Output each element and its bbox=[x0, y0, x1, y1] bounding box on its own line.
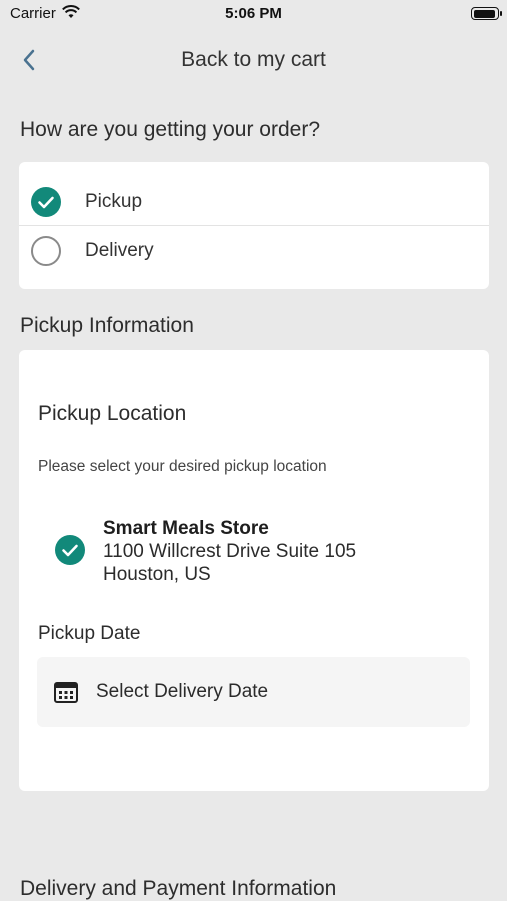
radio-unchecked-icon[interactable] bbox=[31, 236, 61, 266]
pickup-date-picker[interactable]: Select Delivery Date bbox=[37, 657, 470, 727]
option-pickup[interactable]: Pickup bbox=[19, 177, 489, 225]
radio-checked-icon[interactable] bbox=[31, 187, 61, 217]
option-label: Delivery bbox=[85, 240, 154, 261]
delivery-payment-heading: Delivery and Payment Information bbox=[20, 877, 337, 900]
order-method-card: Pickup Delivery bbox=[19, 162, 489, 289]
order-method-heading: How are you getting your order? bbox=[20, 118, 320, 141]
date-placeholder: Select Delivery Date bbox=[96, 681, 269, 702]
back-to-cart-link[interactable]: Back to my cart bbox=[0, 48, 507, 72]
pickup-info-card: Pickup Location Please select your desir… bbox=[19, 350, 489, 791]
pickup-date-label: Pickup Date bbox=[38, 623, 141, 644]
store-address-line2: Houston, US bbox=[103, 564, 211, 585]
option-delivery[interactable]: Delivery bbox=[19, 226, 489, 274]
pickup-location-title: Pickup Location bbox=[38, 402, 187, 425]
pickup-location-hint: Please select your desired pickup locati… bbox=[38, 458, 327, 475]
pickup-info-heading: Pickup Information bbox=[20, 314, 194, 337]
store-name[interactable]: Smart Meals Store bbox=[103, 518, 269, 540]
option-label: Pickup bbox=[85, 191, 143, 212]
store-selected-check-icon[interactable] bbox=[55, 535, 85, 565]
calendar-icon bbox=[54, 682, 78, 703]
nav-bar: Back to my cart bbox=[0, 40, 507, 84]
store-address-line1: 1100 Willcrest Drive Suite 105 bbox=[103, 541, 357, 562]
clock: 5:06 PM bbox=[225, 5, 282, 22]
battery-icon bbox=[471, 7, 502, 20]
status-bar: Carrier 5:06 PM bbox=[0, 0, 507, 28]
